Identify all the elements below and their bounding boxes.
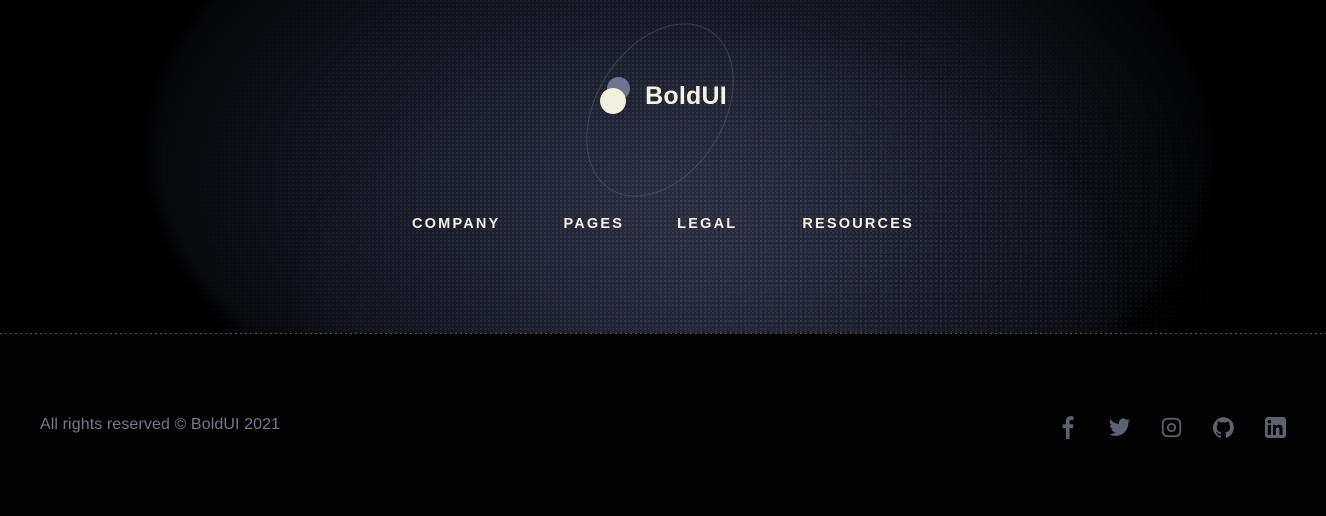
instagram-icon[interactable] — [1160, 414, 1182, 440]
nav-link-pages[interactable]: PAGES — [563, 212, 624, 236]
social-links — [1056, 414, 1286, 440]
copyright-text: All rights reserved © BoldUI 2021 — [40, 416, 281, 433]
boldui-circles-logo-icon — [599, 77, 631, 115]
logo-bottom-circle — [600, 88, 627, 114]
footer-upper-panel — [0, 0, 1326, 333]
linkedin-icon[interactable] — [1264, 414, 1286, 440]
facebook-icon[interactable] — [1056, 414, 1078, 440]
brand-name: BoldUI — [645, 81, 727, 110]
nav-link-company[interactable]: COMPANY — [412, 212, 500, 236]
site-footer: BoldUI COMPANY PAGES LEGAL RESOURCES All… — [0, 0, 1326, 516]
twitter-icon[interactable] — [1108, 414, 1130, 440]
footer-nav: COMPANY PAGES LEGAL RESOURCES — [0, 212, 1326, 236]
nav-link-resources[interactable]: RESOURCES — [802, 212, 914, 236]
github-icon[interactable] — [1212, 414, 1234, 440]
footer-logo[interactable]: BoldUI — [0, 76, 1326, 116]
nav-link-legal[interactable]: LEGAL — [677, 212, 737, 236]
